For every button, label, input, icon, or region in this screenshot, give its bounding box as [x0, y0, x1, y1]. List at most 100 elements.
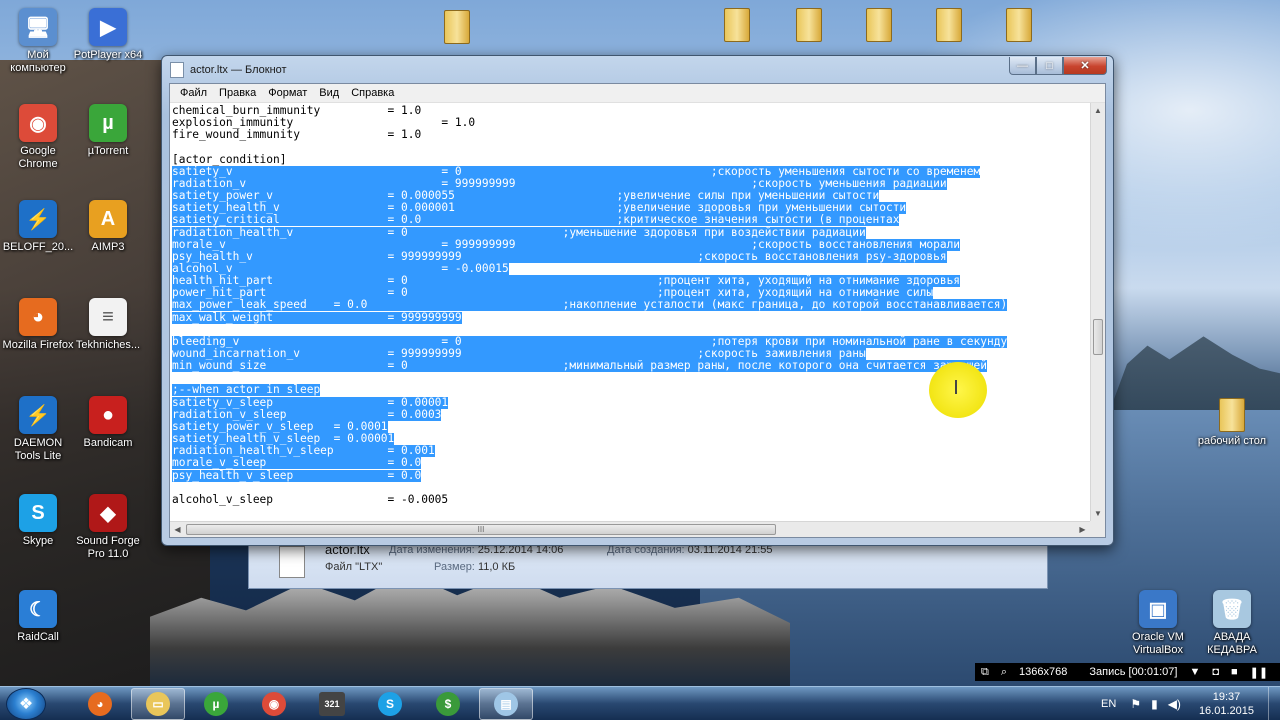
- desktop-icon[interactable]: S Skype: [0, 494, 76, 548]
- desktop-icon[interactable]: A AIMP3: [70, 200, 146, 254]
- desktop-icon[interactable]: ◉ Google Chrome: [0, 104, 76, 171]
- text-line: radiation_health_v = 0 ;уменьшение здоро…: [172, 225, 866, 239]
- search-icon[interactable]: ⌕: [995, 666, 1013, 679]
- taskbar-calendar-button[interactable]: 321: [305, 688, 359, 720]
- flag-icon[interactable]: ⚑: [1130, 697, 1141, 711]
- taskbar-chrome-button[interactable]: ◉: [247, 688, 301, 720]
- desktop-icon[interactable]: ≡ Tekhniches...: [70, 298, 146, 352]
- folder-icon[interactable]: [866, 8, 892, 42]
- menu-bar: Файл Правка Формат Вид Справка: [170, 84, 1105, 103]
- horizontal-scrollbar[interactable]: ◀ III ▶: [170, 521, 1090, 537]
- recycle-bin-icon: 🗑: [1213, 590, 1251, 628]
- scroll-up-icon[interactable]: ▲: [1091, 103, 1105, 118]
- folder-icon[interactable]: [444, 10, 470, 44]
- camera-icon[interactable]: ◘: [1206, 666, 1225, 678]
- volume-icon[interactable]: ◀): [1168, 697, 1181, 711]
- desktop-icon[interactable]: 🗑 АВАДА КЕДАВРА: [1194, 590, 1270, 657]
- folder-icon[interactable]: [1006, 8, 1032, 42]
- potplayer-icon: ▶: [89, 8, 127, 46]
- window-mode-icon[interactable]: ⧉: [975, 666, 995, 679]
- skype-icon: S: [378, 692, 402, 716]
- menu-edit[interactable]: Правка: [213, 84, 262, 103]
- folder-icon[interactable]: [936, 8, 962, 42]
- sound-forge-icon: ◆: [89, 494, 127, 532]
- text-line: alcohol_v_sleep = -0.0005: [172, 492, 449, 506]
- desktop-icon[interactable]: µ µTorrent: [70, 104, 146, 158]
- close-button[interactable]: ✕: [1063, 57, 1107, 75]
- stop-icon[interactable]: ■: [1225, 666, 1244, 678]
- horizontal-scroll-thumb[interactable]: III: [186, 524, 776, 535]
- scroll-right-icon[interactable]: ▶: [1075, 522, 1090, 537]
- minimize-button[interactable]: —: [1009, 57, 1036, 75]
- taskbar: ❖ ◕ ▭ µ ◉ 321 S $ ▤ EN ⚑ ▮ ◀) 19:37 16.01.2015: [0, 686, 1280, 720]
- text-line: morale_v = 999999999 ;скорость восстанов…: [172, 237, 961, 251]
- menu-view[interactable]: Вид: [313, 84, 345, 103]
- desktop-icon[interactable]: ◆ Sound Forge Pro 11.0: [70, 494, 146, 561]
- network-icon[interactable]: ▮: [1151, 697, 1158, 711]
- folder-icon[interactable]: [796, 8, 822, 42]
- pause-icon[interactable]: ❚❚: [1244, 666, 1274, 679]
- desktop-icon-label: Sound Forge Pro 11.0: [76, 535, 140, 560]
- text-editor[interactable]: chemical_burn_immunity = 1.0 explosion_im…: [170, 103, 1090, 521]
- desktop-icon-label: Mozilla Firefox: [2, 339, 74, 351]
- folder-icon: ▭: [146, 692, 170, 716]
- menu-file[interactable]: Файл: [174, 84, 213, 103]
- firefox-icon: ◕: [19, 298, 57, 336]
- desktop-icon[interactable]: 🖥 Мой компьютер: [0, 8, 76, 75]
- taskbar-utorrent-button[interactable]: µ: [189, 688, 243, 720]
- text-line: max_power_leak_speed = 0.0 ;накопление у…: [172, 298, 1008, 312]
- menu-format[interactable]: Формат: [262, 84, 313, 103]
- text-line: psy_health_v = 999999999 ;скорость восст…: [172, 249, 947, 263]
- desktop-icon-label: Oracle VM VirtualBox: [1132, 631, 1184, 656]
- taskbar-explorer-button[interactable]: ▭: [131, 688, 185, 720]
- desktop-icon-label: RaidCall: [17, 631, 59, 643]
- aimp-icon: A: [89, 200, 127, 238]
- minimize-icon: —: [1017, 59, 1028, 72]
- dropdown-icon[interactable]: ▼: [1183, 666, 1206, 678]
- notepad-icon: [170, 61, 184, 78]
- taskbar-skype-button[interactable]: S: [363, 688, 417, 720]
- window-title: actor.ltx — Блокнот: [190, 63, 287, 76]
- maximize-button[interactable]: □: [1036, 57, 1063, 75]
- taskbar-money-button[interactable]: $: [421, 688, 475, 720]
- vertical-scroll-thumb[interactable]: [1093, 319, 1103, 355]
- text-line: max_walk_weight = 999999999: [172, 310, 462, 324]
- title-bar[interactable]: actor.ltx — Блокнот — □ ✕: [162, 56, 1113, 83]
- utorrent-icon: µ: [204, 692, 228, 716]
- text-line: radiation_v_sleep = 0.0003: [172, 407, 442, 421]
- desktop-icon[interactable]: ● Bandicam: [70, 396, 146, 450]
- desktop-icon[interactable]: ▣ Oracle VM VirtualBox: [1120, 590, 1196, 657]
- scroll-down-icon[interactable]: ▼: [1091, 506, 1105, 521]
- menu-help[interactable]: Справка: [345, 84, 400, 103]
- taskbar-firefox-button[interactable]: ◕: [73, 688, 127, 720]
- desktop-icon-label: Bandicam: [83, 437, 133, 449]
- text-line: satiety_v = 0 ;скорость уменьшения сытос…: [172, 164, 981, 178]
- scroll-left-icon[interactable]: ◀: [170, 522, 185, 537]
- desktop-icon[interactable]: ⚡ BELOFF_20...: [0, 200, 76, 254]
- notepad-window[interactable]: actor.ltx — Блокнот — □ ✕ Файл Правка Фо…: [161, 55, 1114, 546]
- notepad-client: Файл Правка Формат Вид Справка chemical_…: [169, 83, 1106, 538]
- clock-date: 16.01.2015: [1198, 705, 1254, 717]
- clock[interactable]: 19:37 16.01.2015: [1199, 690, 1254, 718]
- chrome-icon: ◉: [262, 692, 286, 716]
- recording-resolution: 1366x768: [1019, 666, 1068, 678]
- desktop-icon[interactable]: ◕ Mozilla Firefox: [0, 298, 76, 352]
- system-tray: EN ⚑ ▮ ◀) 19:37 16.01.2015: [1101, 687, 1280, 720]
- size-grip[interactable]: [1090, 521, 1105, 537]
- language-indicator[interactable]: EN: [1101, 698, 1116, 710]
- folder-icon[interactable]: [724, 8, 750, 42]
- show-desktop-button[interactable]: [1268, 687, 1280, 720]
- start-button[interactable]: ❖: [6, 688, 46, 720]
- text-line: satiety_v_sleep = 0.00001: [172, 395, 449, 409]
- skype-icon: S: [19, 494, 57, 532]
- window-controls: — □ ✕: [1009, 57, 1107, 75]
- desktop-icon[interactable]: ▶ PotPlayer x64: [70, 8, 146, 62]
- details-size: Размер: 11,0 КБ: [434, 561, 515, 573]
- details-size-label: Размер:: [434, 561, 475, 573]
- desktop-icon[interactable]: ⚡ DAEMON Tools Lite: [0, 396, 76, 463]
- desktop-icon[interactable]: рабочий стол: [1194, 398, 1270, 448]
- desktop-icon[interactable]: ☾ RaidCall: [0, 590, 76, 644]
- vertical-scrollbar[interactable]: ▲ ▼: [1090, 103, 1105, 521]
- taskbar-notepad-button[interactable]: ▤: [479, 688, 533, 720]
- text-cursor-icon: [955, 380, 957, 394]
